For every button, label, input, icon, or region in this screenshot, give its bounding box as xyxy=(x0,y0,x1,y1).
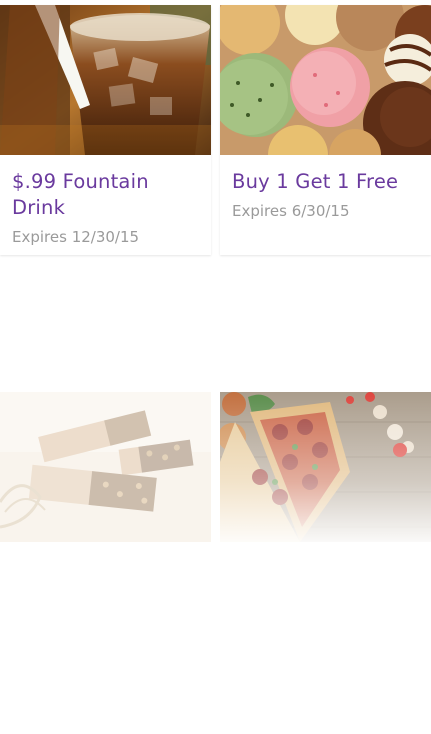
image-fade-overlay xyxy=(220,392,431,542)
fountain-drink-photo xyxy=(0,5,211,155)
offer-card-ice-cream[interactable]: Buy 1 Get 1 Free Expires 6/30/15 xyxy=(220,5,431,255)
pizza-image xyxy=(220,392,431,542)
offer-title: Buy 1 Get 1 Free xyxy=(232,170,399,193)
offer-card-fountain-drink[interactable]: $.99 Fountain Drink Expires 12/30/15 xyxy=(0,5,211,255)
offers-page: $.99 Fountain Drink Expires 12/30/15 Buy… xyxy=(0,0,431,734)
offer-card-pizza[interactable] xyxy=(220,392,431,542)
offer-expiration: Expires 6/30/15 xyxy=(232,202,350,220)
image-fade-overlay xyxy=(0,392,211,542)
offer-title: $.99 Fountain Drink xyxy=(12,170,149,219)
ice-cream-image xyxy=(220,5,431,155)
ice-cream-photo xyxy=(220,5,431,155)
fountain-drink-image xyxy=(0,5,211,155)
offer-expiration: Expires 12/30/15 xyxy=(12,228,140,246)
offer-card-granola-bars[interactable] xyxy=(0,392,211,542)
granola-bars-image xyxy=(0,392,211,542)
